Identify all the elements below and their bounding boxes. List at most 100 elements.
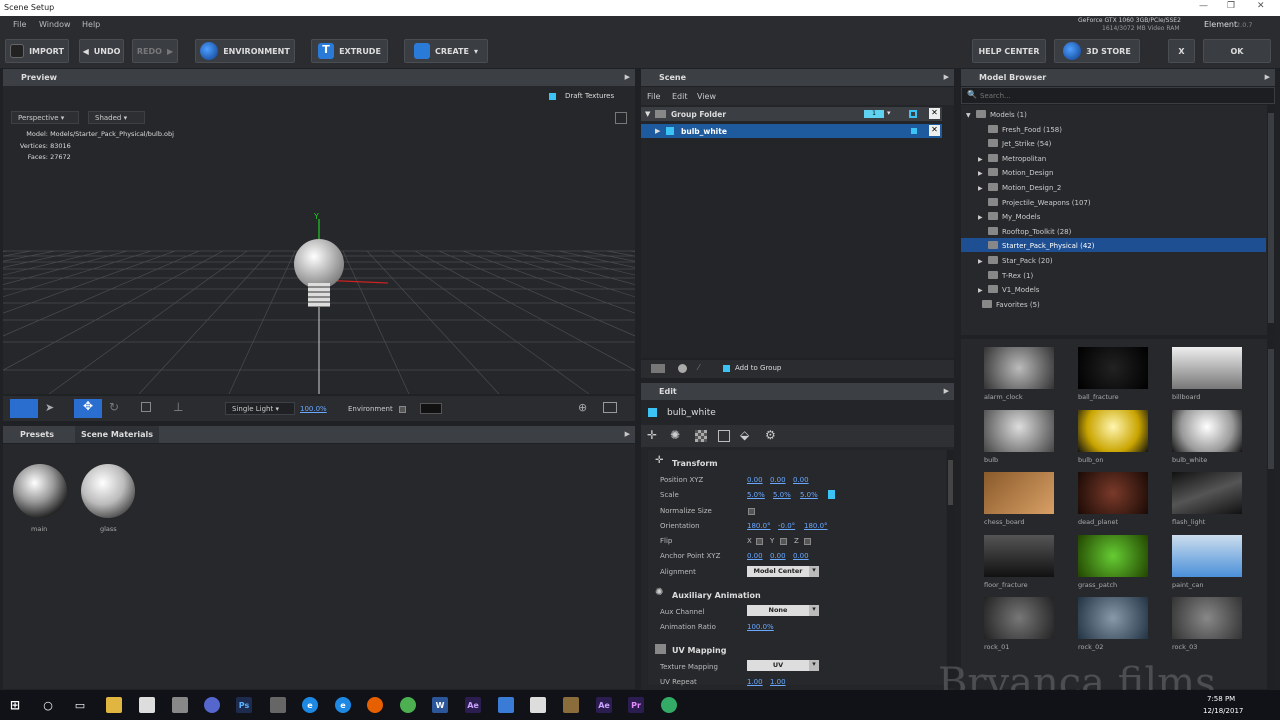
scene-menu-file[interactable]: File — [647, 92, 660, 101]
orientation-x[interactable]: 180.0° — [747, 522, 771, 530]
orientation-y[interactable]: -0.0° — [778, 522, 795, 530]
help-center-button[interactable]: HELP CENTER — [972, 39, 1046, 63]
panel-expand-icon[interactable]: ▶ — [1265, 73, 1270, 81]
model-thumbnail[interactable] — [984, 534, 1054, 577]
windows-start-icon[interactable]: ⊞ — [7, 697, 23, 713]
select-tool-icon[interactable]: ➤ — [45, 401, 54, 414]
new-folder-icon[interactable] — [651, 364, 665, 373]
undo-button[interactable]: ◀ UNDO — [79, 39, 124, 63]
tree-item[interactable]: ▶ My_Models — [961, 209, 1266, 223]
mail-icon[interactable] — [530, 697, 546, 713]
panel-expand-icon[interactable]: ▶ — [944, 73, 949, 81]
tree-item[interactable]: T-Rex (1) — [961, 268, 1266, 282]
menu-help[interactable]: Help — [82, 20, 100, 29]
delete-icon[interactable]: ✕ — [929, 125, 940, 136]
firefox-icon[interactable] — [367, 697, 383, 713]
expand-arrow-icon[interactable]: ▶ — [978, 258, 988, 265]
environment-color-swatch[interactable] — [420, 403, 442, 414]
settings-icon[interactable]: ⚙ — [765, 428, 776, 442]
store-icon[interactable] — [139, 697, 155, 713]
after-effects-icon[interactable]: Ae — [596, 697, 612, 713]
cancel-button[interactable]: X — [1168, 39, 1195, 63]
app-icon[interactable] — [172, 697, 188, 713]
extrude-button[interactable]: T EXTRUDE — [311, 39, 388, 63]
screen-icon[interactable] — [603, 402, 617, 413]
edge-icon[interactable]: e — [302, 697, 318, 713]
deform-tool-icon[interactable]: ⬙ — [740, 428, 749, 442]
model-thumbnail[interactable] — [1172, 597, 1242, 639]
physics-tool-icon[interactable]: ✺ — [670, 428, 680, 442]
orientation-z[interactable]: 180.0° — [804, 522, 828, 530]
tree-item[interactable]: ▶ Metropolitan — [961, 151, 1266, 165]
clock-time[interactable]: 7:58 PM — [1207, 695, 1235, 703]
flip-y-checkbox[interactable] — [780, 538, 787, 545]
position-z[interactable]: 0.00 — [793, 476, 809, 484]
position-x[interactable]: 0.00 — [747, 476, 763, 484]
panel-expand-icon[interactable]: ▶ — [944, 387, 949, 395]
expand-arrow-icon[interactable]: ▶ — [978, 185, 988, 192]
tree-item[interactable]: Favorites (5) — [961, 297, 1266, 311]
panel-expand-icon[interactable]: ▶ — [625, 73, 630, 81]
scene-item-row[interactable]: ▶ bulb_white ✕ — [641, 124, 942, 138]
transform-tool-icon[interactable]: ✛ — [647, 428, 657, 442]
model-thumbnail[interactable] — [1078, 597, 1148, 639]
group-count-badge[interactable]: 1 — [864, 110, 884, 118]
light-percent[interactable]: 100.0% — [300, 405, 327, 413]
scale-z[interactable]: 5.0% — [800, 491, 818, 499]
after-effects-icon[interactable]: Ae — [465, 697, 481, 713]
model-thumbnail[interactable] — [1172, 347, 1242, 389]
app-icon[interactable] — [661, 697, 677, 713]
model-thumbnail[interactable] — [1078, 472, 1148, 514]
app-icon[interactable] — [204, 697, 220, 713]
normalize-checkbox[interactable] — [748, 508, 755, 515]
menu-window[interactable]: Window — [39, 20, 71, 29]
expand-arrow-icon[interactable]: ▼ — [645, 110, 650, 118]
tab-scene-materials[interactable]: Scene Materials — [75, 426, 160, 443]
redo-button[interactable]: REDO ▶ — [132, 39, 178, 63]
camera-tool-icon[interactable] — [10, 399, 38, 418]
maximize-icon[interactable]: ❐ — [1227, 1, 1235, 11]
chevron-down-icon[interactable]: ▾ — [809, 605, 819, 616]
model-thumbnail[interactable] — [984, 597, 1054, 639]
minimize-icon[interactable]: — — [1199, 1, 1208, 11]
tree-item[interactable]: Jet_Strike (54) — [961, 136, 1266, 150]
photoshop-icon[interactable]: Ps — [236, 697, 252, 713]
expand-arrow-icon[interactable]: ▼ — [966, 112, 976, 119]
scene-menu-edit[interactable]: Edit — [672, 92, 688, 101]
camera-dropdown[interactable]: Perspective ▾ — [11, 111, 79, 124]
tab-presets[interactable]: Presets — [20, 430, 54, 439]
model-thumbnail[interactable] — [1078, 347, 1148, 389]
uv-repeat-u[interactable]: 1.00 — [747, 678, 763, 686]
scale-tool-icon[interactable] — [141, 402, 151, 412]
draft-textures-checkbox[interactable] — [549, 93, 556, 100]
search-circle-icon[interactable]: ○ — [40, 697, 56, 713]
tree-item[interactable]: Projectile_Weapons (107) — [961, 195, 1266, 209]
model-thumbnail[interactable] — [984, 409, 1054, 452]
premiere-icon[interactable]: Pr — [628, 697, 644, 713]
tree-item[interactable]: ▶ V1_Models — [961, 282, 1266, 296]
environment-checkbox[interactable] — [399, 406, 406, 413]
import-button[interactable]: IMPORT — [5, 39, 69, 63]
ok-button[interactable]: OK — [1203, 39, 1271, 63]
app-icon[interactable] — [270, 697, 286, 713]
app-icon[interactable] — [498, 697, 514, 713]
flip-z-checkbox[interactable] — [804, 538, 811, 545]
expand-arrow-icon[interactable]: ▶ — [978, 156, 988, 163]
expand-arrow-icon[interactable]: ▶ — [978, 170, 988, 177]
model-thumbnail[interactable] — [984, 472, 1054, 514]
tree-item[interactable]: ▼ Models (1) — [961, 107, 1266, 121]
tree-item[interactable]: ▶ Motion_Design — [961, 165, 1266, 179]
clock-date[interactable]: 12/18/2017 — [1203, 707, 1243, 715]
move-tool-icon[interactable]: ✥ — [74, 399, 102, 418]
model-thumbnail[interactable] — [1172, 409, 1242, 452]
target-icon[interactable]: ⊕ — [578, 401, 587, 414]
sphere-icon[interactable] — [678, 364, 687, 373]
add-to-group-checkbox[interactable] — [723, 365, 730, 372]
environment-button[interactable]: ENVIRONMENT — [195, 39, 295, 63]
animation-ratio-value[interactable]: 100.0% — [747, 623, 774, 631]
aux-channel-select[interactable]: None — [747, 605, 809, 616]
flip-x-checkbox[interactable] — [756, 538, 763, 545]
tree-item[interactable]: Rooftop_Toolkit (28) — [961, 224, 1266, 238]
delete-icon[interactable]: ✕ — [929, 108, 940, 119]
uv-repeat-v[interactable]: 1.00 — [770, 678, 786, 686]
